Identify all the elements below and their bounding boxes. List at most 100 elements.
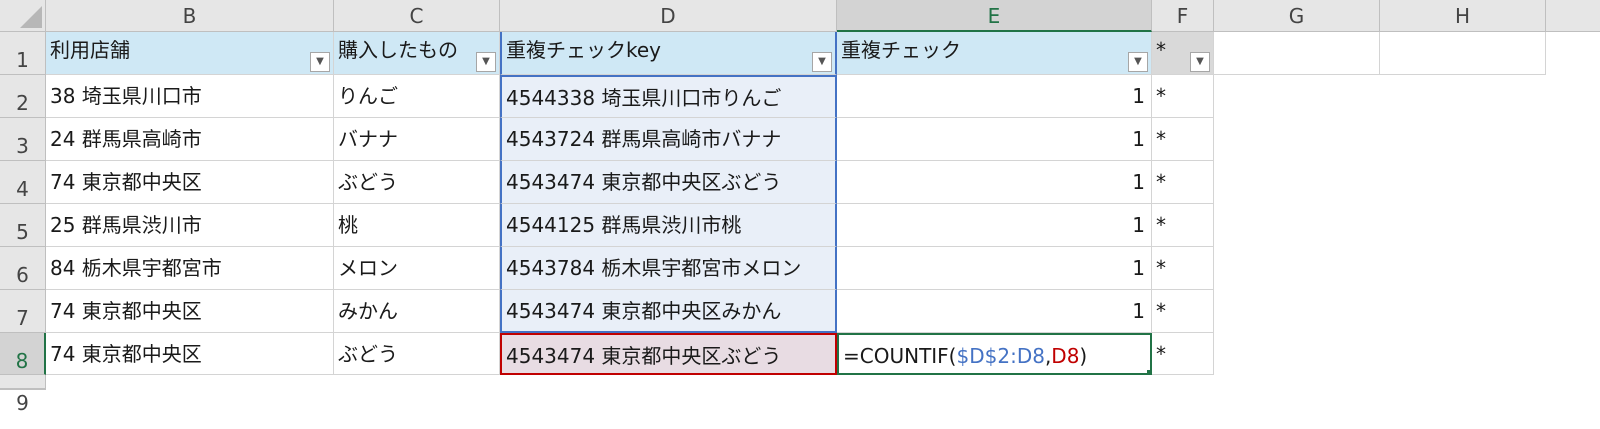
column-header-g[interactable]: G — [1214, 0, 1380, 32]
row-header-7[interactable]: 7 — [0, 290, 46, 333]
row-header-8[interactable]: 8 — [0, 333, 46, 375]
sheet-grid: B C D E F G H 1 利用店舗 ▼ 購入したもの ▼ 重複チェックkey ▼… — [0, 0, 1600, 415]
formula-prefix: =COUNTIF( — [843, 344, 957, 368]
cell-f5[interactable]: * — [1152, 204, 1214, 247]
filter-dropdown-icon[interactable]: ▼ — [812, 52, 832, 72]
header-cell-f[interactable]: * ▼ — [1152, 32, 1214, 75]
cell-d7[interactable]: 4543474 東京都中央区みかん — [500, 290, 837, 333]
cell-d6[interactable]: 4543784 栃木県宇都宮市メロン — [500, 247, 837, 290]
cell-g9 — [1214, 375, 1380, 389]
cell-g7 — [1214, 290, 1380, 333]
cell-e2[interactable]: 1 — [837, 75, 1152, 118]
cell-b2[interactable]: 38 埼玉県川口市 — [46, 75, 334, 118]
cell-b7[interactable]: 74 東京都中央区 — [46, 290, 334, 333]
cell-c9 — [334, 375, 500, 389]
cell-e8-formula-editor[interactable]: =COUNTIF($D$2:D8,D8) — [837, 333, 1152, 375]
cell-c4[interactable]: ぶどう — [334, 161, 500, 204]
cell-h1[interactable] — [1380, 32, 1546, 75]
cell-f3[interactable]: * — [1152, 118, 1214, 161]
cell-e6[interactable]: 1 — [837, 247, 1152, 290]
cell-d3[interactable]: 4543724 群馬県高崎市バナナ — [500, 118, 837, 161]
cell-g2 — [1214, 75, 1380, 118]
cell-d8[interactable]: 4543474 東京都中央区ぶどう — [500, 333, 837, 375]
formula-range-ref: $D$2:D8 — [956, 344, 1045, 368]
cell-g1[interactable] — [1214, 32, 1380, 75]
header-label-c: 購入したもの — [338, 38, 458, 62]
column-header-e[interactable]: E — [837, 0, 1152, 32]
cell-c2[interactable]: りんご — [334, 75, 500, 118]
cell-h7 — [1380, 290, 1546, 333]
header-cell-e[interactable]: 重複チェック ▼ — [837, 32, 1152, 75]
cell-c6[interactable]: メロン — [334, 247, 500, 290]
column-header-blank — [1546, 0, 1600, 32]
cell-f7[interactable]: * — [1152, 290, 1214, 333]
cell-blank-2 — [1546, 75, 1600, 118]
cell-e3[interactable]: 1 — [837, 118, 1152, 161]
cell-e9 — [837, 375, 1152, 389]
spreadsheet: B C D E F G H 1 利用店舗 ▼ 購入したもの ▼ 重複チェックkey ▼… — [0, 0, 1600, 429]
cell-b9 — [46, 375, 334, 389]
cell-h3 — [1380, 118, 1546, 161]
row-header-1[interactable]: 1 — [0, 32, 46, 75]
cell-e7[interactable]: 1 — [837, 290, 1152, 333]
row-header-partial — [0, 389, 46, 390]
cell-blank-1 — [1546, 32, 1600, 75]
formula-suffix: ) — [1079, 344, 1088, 368]
filter-dropdown-icon[interactable]: ▼ — [310, 52, 330, 72]
cell-f2[interactable]: * — [1152, 75, 1214, 118]
cell-blank-6 — [1546, 247, 1600, 290]
row-header-2[interactable]: 2 — [0, 75, 46, 118]
header-cell-d[interactable]: 重複チェックkey ▼ — [500, 32, 837, 75]
cell-f6[interactable]: * — [1152, 247, 1214, 290]
row-header-3[interactable]: 3 — [0, 118, 46, 161]
filter-dropdown-icon[interactable]: ▼ — [1190, 52, 1210, 72]
cell-c7[interactable]: みかん — [334, 290, 500, 333]
cell-f9 — [1152, 375, 1214, 389]
select-all-triangle-icon — [20, 6, 42, 28]
cell-h9 — [1380, 375, 1546, 389]
cell-b4[interactable]: 74 東京都中央区 — [46, 161, 334, 204]
row-header-9[interactable]: 9 — [0, 375, 46, 415]
cell-h8 — [1380, 333, 1546, 375]
cell-g6 — [1214, 247, 1380, 290]
cell-c3[interactable]: バナナ — [334, 118, 500, 161]
cell-f8[interactable]: * — [1152, 333, 1214, 375]
column-header-h[interactable]: H — [1380, 0, 1546, 32]
header-cell-b[interactable]: 利用店舗 ▼ — [46, 32, 334, 75]
cell-blank-9 — [1546, 375, 1600, 389]
cell-d5[interactable]: 4544125 群馬県渋川市桃 — [500, 204, 837, 247]
cell-d9 — [500, 375, 837, 389]
cell-h2 — [1380, 75, 1546, 118]
cell-b8[interactable]: 74 東京都中央区 — [46, 333, 334, 375]
row-header-6[interactable]: 6 — [0, 247, 46, 290]
cell-c5[interactable]: 桃 — [334, 204, 500, 247]
cell-h6 — [1380, 247, 1546, 290]
column-header-d[interactable]: D — [500, 0, 837, 32]
cell-e4[interactable]: 1 — [837, 161, 1152, 204]
cell-g5 — [1214, 204, 1380, 247]
formula-cell-ref: D8 — [1051, 344, 1080, 368]
cell-g4 — [1214, 161, 1380, 204]
filter-dropdown-icon[interactable]: ▼ — [476, 52, 496, 72]
select-all-corner[interactable] — [0, 0, 46, 32]
column-header-b[interactable]: B — [46, 0, 334, 32]
cell-c8[interactable]: ぶどう — [334, 333, 500, 375]
cell-d4[interactable]: 4543474 東京都中央区ぶどう — [500, 161, 837, 204]
header-label-b: 利用店舗 — [50, 38, 130, 62]
header-label-f: * — [1156, 38, 1166, 62]
column-header-c[interactable]: C — [334, 0, 500, 32]
cell-blank-4 — [1546, 161, 1600, 204]
cell-f4[interactable]: * — [1152, 161, 1214, 204]
row-header-5[interactable]: 5 — [0, 204, 46, 247]
cell-g3 — [1214, 118, 1380, 161]
filter-dropdown-icon[interactable]: ▼ — [1128, 52, 1148, 72]
cell-g8 — [1214, 333, 1380, 375]
cell-e5[interactable]: 1 — [837, 204, 1152, 247]
column-header-f[interactable]: F — [1152, 0, 1214, 32]
cell-b6[interactable]: 84 栃木県宇都宮市 — [46, 247, 334, 290]
row-header-4[interactable]: 4 — [0, 161, 46, 204]
cell-b3[interactable]: 24 群馬県高崎市 — [46, 118, 334, 161]
cell-b5[interactable]: 25 群馬県渋川市 — [46, 204, 334, 247]
cell-d2[interactable]: 4544338 埼玉県川口市りんご — [500, 75, 837, 118]
header-cell-c[interactable]: 購入したもの ▼ — [334, 32, 500, 75]
